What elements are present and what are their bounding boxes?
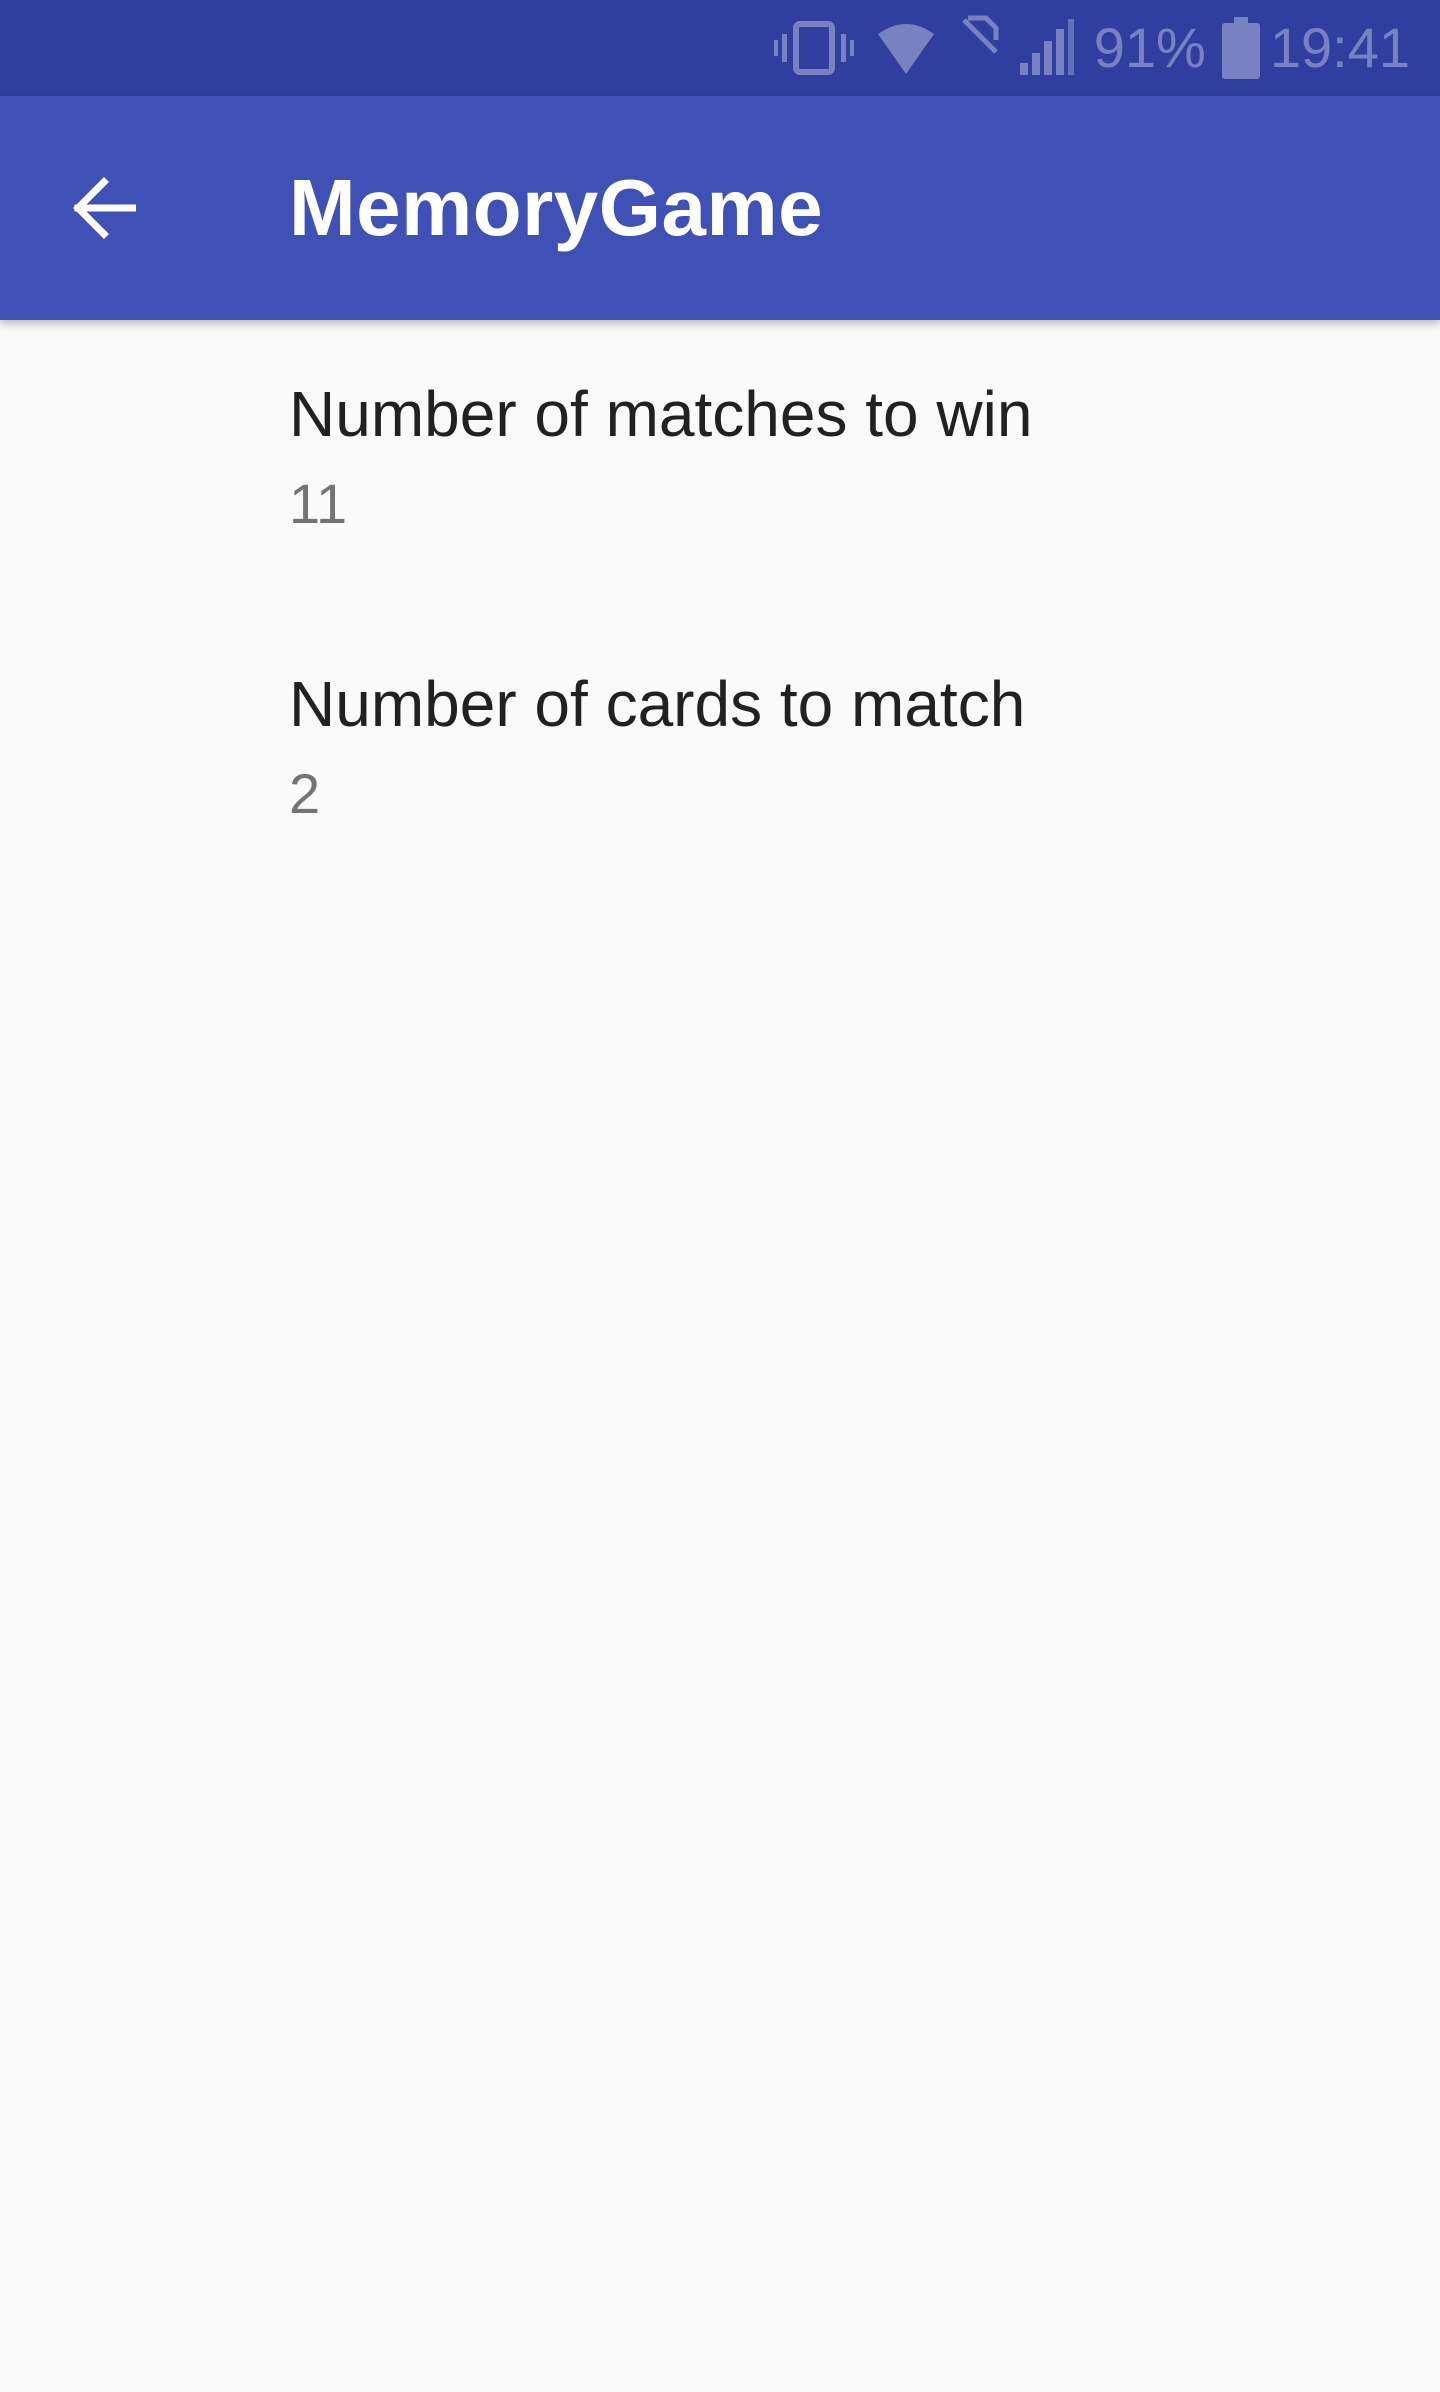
- pref-title: Number of cards to match: [289, 668, 1026, 740]
- no-sim-icon: [961, 15, 999, 54]
- status-bar: 91% 19:41: [0, 0, 1440, 96]
- battery-percent: 91%: [1093, 16, 1206, 79]
- app-bar: MemoryGame: [0, 96, 1440, 320]
- clock: 19:41: [1269, 16, 1410, 79]
- pref-cards-to-match[interactable]: Number of cards to match 2: [0, 610, 1440, 900]
- pref-summary: 2: [289, 762, 321, 825]
- wifi-icon: [877, 24, 934, 74]
- preference-list: Number of matches to win 11 Number of ca…: [0, 320, 1440, 900]
- app-title: MemoryGame: [289, 163, 824, 252]
- pref-matches-to-win[interactable]: Number of matches to win 11: [0, 320, 1440, 610]
- pref-title: Number of matches to win: [289, 378, 1033, 450]
- status-icons: 91% 19:41: [773, 0, 1410, 96]
- pref-summary: 11: [289, 472, 348, 535]
- signal-icon: [1019, 19, 1074, 75]
- back-button[interactable]: [40, 144, 168, 272]
- vibrate-icon: [773, 21, 854, 75]
- arrow-back-icon: [73, 177, 136, 239]
- battery-icon: [1221, 17, 1260, 79]
